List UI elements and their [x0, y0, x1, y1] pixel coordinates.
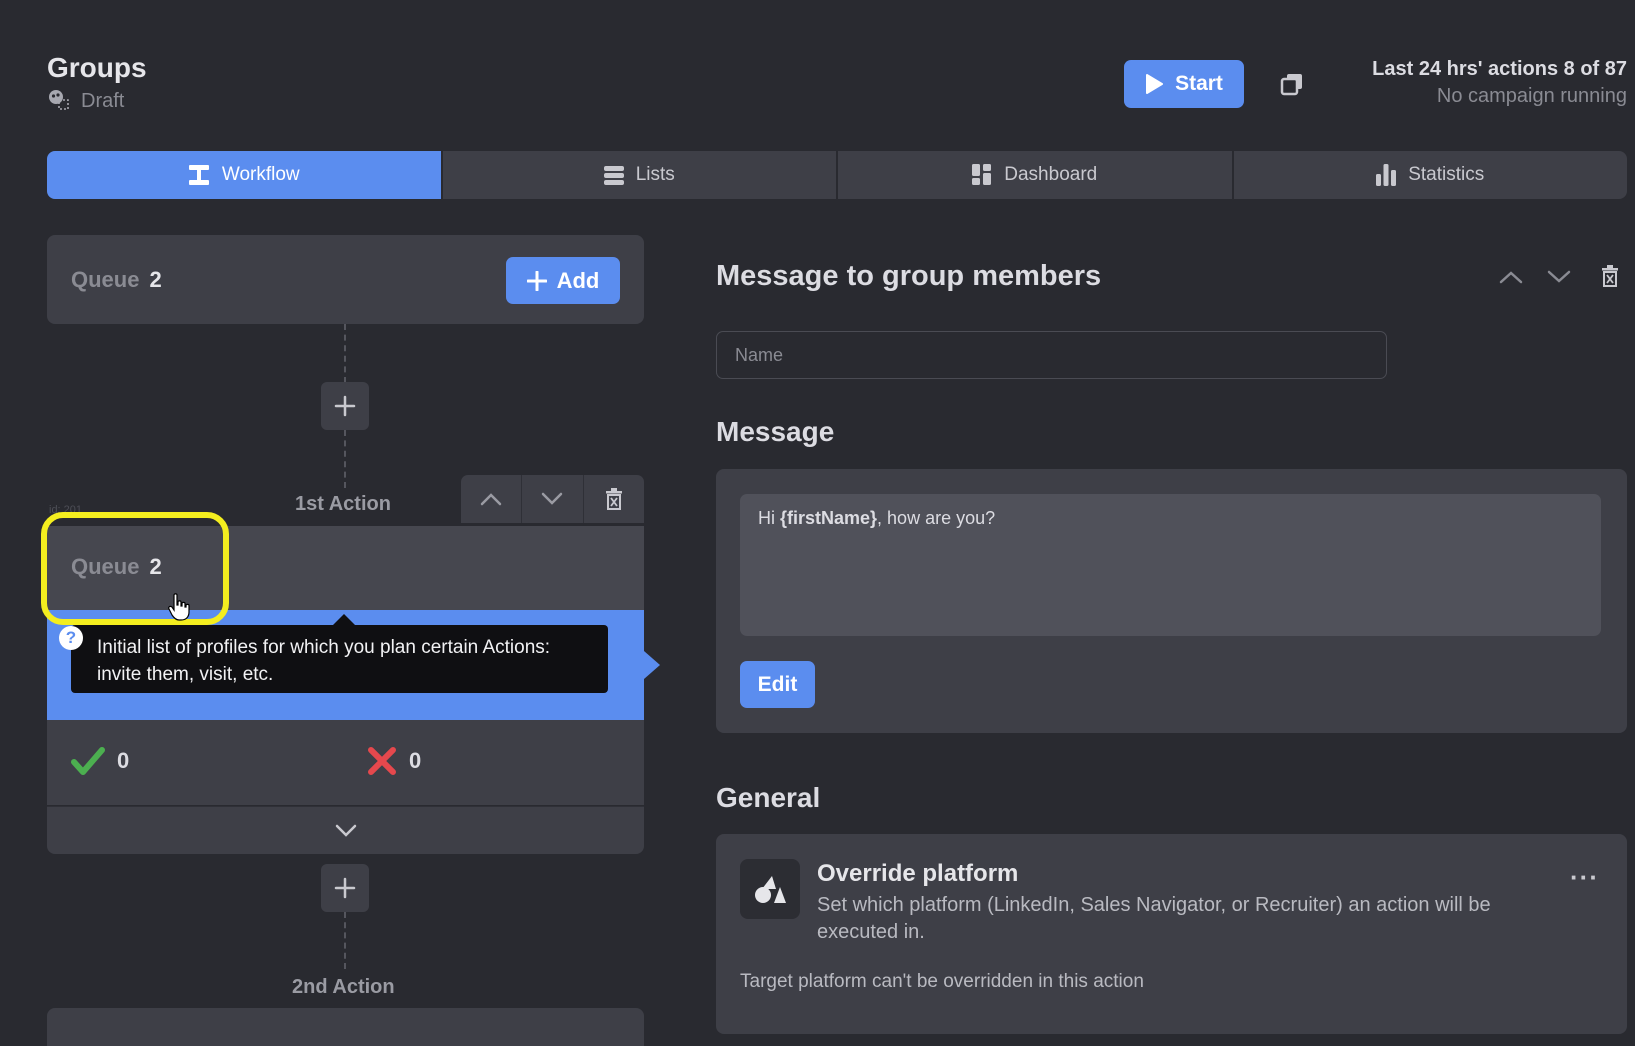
override-platform-title: Override platform	[817, 860, 1019, 887]
message-panel: Hi {firstName}, how are you? Edit	[716, 469, 1627, 733]
workflow-icon	[188, 165, 209, 185]
message-preview[interactable]: Hi {firstName}, how are you?	[740, 494, 1601, 636]
override-platform-panel: Override platform Set which platform (Li…	[716, 834, 1627, 1034]
chevron-up-icon	[1499, 271, 1523, 284]
detail-title: Message to group members	[716, 260, 1102, 292]
actions-count: Last 24 hrs' actions 8 of 87	[1372, 58, 1627, 80]
override-platform-description: Set which platform (LinkedIn, Sales Navi…	[817, 894, 1491, 943]
success-stat: 0	[71, 746, 129, 776]
message-suffix: , how are you?	[877, 508, 996, 528]
name-input[interactable]	[716, 331, 1387, 379]
connector-line	[344, 430, 346, 488]
action-stats: 0 0	[47, 720, 644, 805]
add-to-queue-button[interactable]: Add	[506, 257, 620, 304]
connector-line	[344, 324, 346, 383]
chevron-up-icon	[480, 493, 502, 506]
move-up-button[interactable]	[1499, 270, 1523, 289]
tab-statistics-label: Statistics	[1408, 164, 1485, 185]
shapes-icon	[740, 859, 800, 919]
queue-card: Queue 2 Add	[47, 235, 644, 324]
message-variable: {firstName}	[780, 508, 878, 528]
edit-message-button[interactable]: Edit	[740, 661, 815, 708]
campaign-status: Draft	[47, 88, 124, 115]
connector-line	[344, 912, 346, 969]
move-down-button[interactable]	[1547, 270, 1571, 289]
action-controls	[461, 475, 644, 523]
status-label: Draft	[81, 90, 125, 112]
tab-lists-label: Lists	[635, 164, 675, 185]
message-section-title: Message	[716, 416, 835, 447]
more-options-icon[interactable]: ···	[1570, 862, 1599, 893]
move-up-button[interactable]	[461, 475, 523, 523]
delete-step-button[interactable]	[1601, 265, 1619, 292]
pointer-cursor-icon	[168, 593, 190, 626]
actions-summary: Last 24 hrs' actions 8 of 87 No campaign…	[1372, 58, 1627, 108]
checkmark-icon	[71, 747, 105, 775]
selection-pointer	[644, 651, 660, 679]
tab-dashboard[interactable]: Dashboard	[838, 151, 1232, 199]
help-icon[interactable]: ?	[59, 626, 83, 650]
tab-workflow[interactable]: Workflow	[47, 151, 441, 199]
list-icon	[603, 166, 624, 185]
duplicate-icon[interactable]	[1278, 70, 1306, 98]
second-action-card[interactable]	[47, 1008, 644, 1046]
plus-icon	[334, 877, 356, 899]
queue-label: Queue	[71, 267, 140, 292]
delete-action-button[interactable]	[584, 475, 644, 523]
override-platform-note: Target platform can't be overridden in t…	[740, 971, 1144, 992]
bar-chart-icon	[1376, 164, 1397, 186]
tab-dashboard-label: Dashboard	[1004, 164, 1098, 185]
success-count: 0	[117, 748, 130, 773]
message-prefix: Hi	[758, 508, 780, 528]
start-button[interactable]: Start	[1124, 60, 1244, 108]
tab-workflow-label: Workflow	[221, 164, 300, 185]
second-action-label: 2nd Action	[292, 976, 395, 998]
queue-tooltip: Initial list of profiles for which you p…	[71, 625, 608, 693]
dashboard-icon	[972, 164, 992, 185]
page-title: Groups	[47, 52, 147, 83]
cross-icon	[368, 747, 396, 775]
insert-action-button[interactable]	[321, 864, 369, 912]
play-icon	[1146, 74, 1164, 94]
failure-count: 0	[409, 748, 422, 773]
annotation-highlight	[41, 512, 229, 625]
chevron-down-icon	[542, 492, 563, 505]
start-button-label: Start	[1175, 72, 1223, 95]
queue-count: 2	[149, 267, 162, 292]
campaign-running-status: No campaign running	[1436, 85, 1627, 107]
tab-lists[interactable]: Lists	[442, 151, 836, 199]
chevron-down-icon	[335, 824, 356, 837]
failure-stat: 0	[367, 746, 421, 776]
expand-action-button[interactable]	[47, 806, 644, 854]
move-down-button[interactable]	[522, 475, 584, 523]
add-button-label: Add	[556, 267, 600, 293]
plus-icon	[526, 270, 547, 291]
plus-icon	[334, 395, 356, 417]
first-action-label: 1st Action	[295, 493, 391, 515]
draft-status-icon	[47, 88, 69, 115]
trash-icon	[605, 488, 622, 510]
general-section-title: General	[716, 782, 821, 813]
chevron-down-icon	[1547, 270, 1571, 283]
tab-statistics[interactable]: Statistics	[1233, 151, 1627, 199]
trash-icon	[1602, 265, 1618, 287]
tab-bar: Workflow Lists Dashboard Statistics	[47, 151, 1627, 199]
insert-action-button[interactable]	[321, 382, 369, 430]
